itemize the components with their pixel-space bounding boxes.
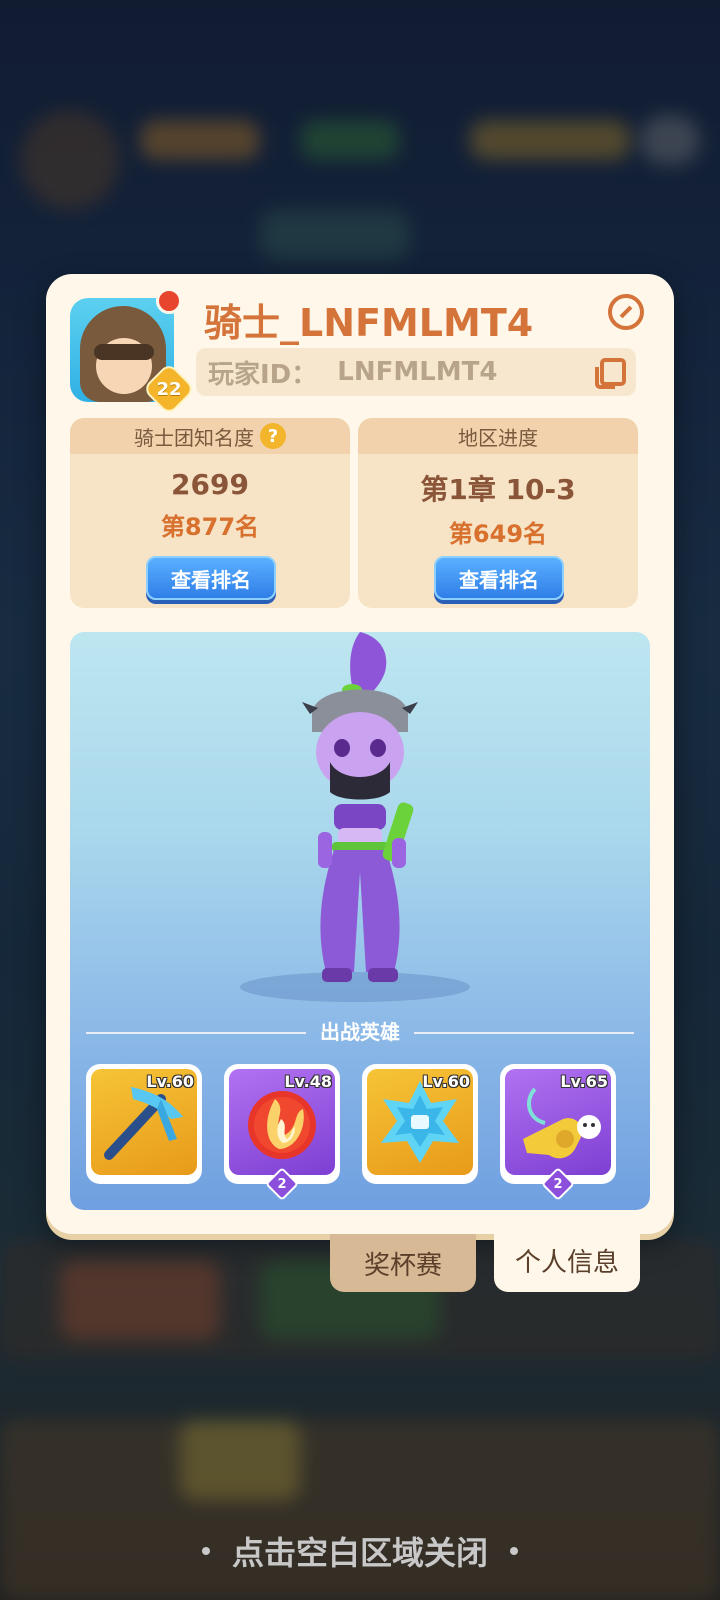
- player-avatar[interactable]: 22: [70, 288, 196, 416]
- hint-dot-left: [201, 1547, 210, 1555]
- fame-rank: 第877名: [160, 513, 260, 541]
- region-progress-card: 地区进度 第1章 10-3 第649名 查看排名: [358, 418, 638, 608]
- hero-slot-1[interactable]: Lv.60: [86, 1064, 202, 1184]
- hero-slot-4[interactable]: Lv.65 2: [500, 1064, 616, 1201]
- player-id-label: 玩家ID：: [208, 359, 318, 390]
- region-progress-rank: 第649名: [448, 520, 548, 548]
- hero-slot-1-level: Lv.60: [146, 1072, 194, 1091]
- hero-slot-3-level: Lv.60: [422, 1072, 470, 1091]
- copy-id-icon[interactable]: [595, 358, 626, 389]
- fame-title: 骑士团知名度: [134, 425, 254, 450]
- player-name: 骑士_LNFMLMT4: [204, 301, 534, 345]
- help-icon[interactable]: ?: [260, 423, 286, 449]
- hero-showcase: 出战英雄 Lv.60 Lv.48 2 Lv.60 Lv.65 2: [70, 632, 650, 1210]
- hero-slot-2[interactable]: Lv.48 2: [224, 1064, 340, 1201]
- player-id-value: LNFMLMT4: [337, 357, 498, 387]
- tab-personal-info[interactable]: 个人信息: [494, 1228, 640, 1292]
- tab-trophy-cup[interactable]: 奖杯赛: [330, 1234, 476, 1292]
- hero-character-model[interactable]: [290, 632, 440, 992]
- region-progress-value: 第1章 10-3: [420, 473, 576, 506]
- close-hint-text: 点击空白区域关闭: [231, 1534, 488, 1572]
- close-hint[interactable]: 点击空白区域关闭: [0, 1528, 720, 1574]
- edit-name-icon[interactable]: [608, 294, 644, 330]
- player-profile-panel: 22 骑士_LNFMLMT4 玩家ID： LNFMLMT4 骑士团知名度 ? 2…: [46, 274, 674, 1234]
- hero-slot-3[interactable]: Lv.60: [362, 1064, 478, 1184]
- fame-view-ranking-button[interactable]: 查看排名: [146, 556, 276, 600]
- notification-dot: [156, 288, 182, 314]
- region-view-ranking-button[interactable]: 查看排名: [434, 556, 564, 600]
- battle-heroes-title: 出战英雄: [320, 1020, 400, 1044]
- fame-value: 2699: [171, 468, 249, 501]
- fame-card: 骑士团知名度 ? 2699 第877名 查看排名: [70, 418, 350, 608]
- hint-dot-right: [510, 1547, 518, 1555]
- player-level-value: 22: [156, 378, 182, 400]
- player-id-bar: 玩家ID： LNFMLMT4: [196, 348, 636, 396]
- hero-slot-4-level: Lv.65: [560, 1072, 608, 1091]
- hero-slot-2-level: Lv.48: [284, 1072, 332, 1091]
- region-progress-title: 地区进度: [458, 425, 538, 450]
